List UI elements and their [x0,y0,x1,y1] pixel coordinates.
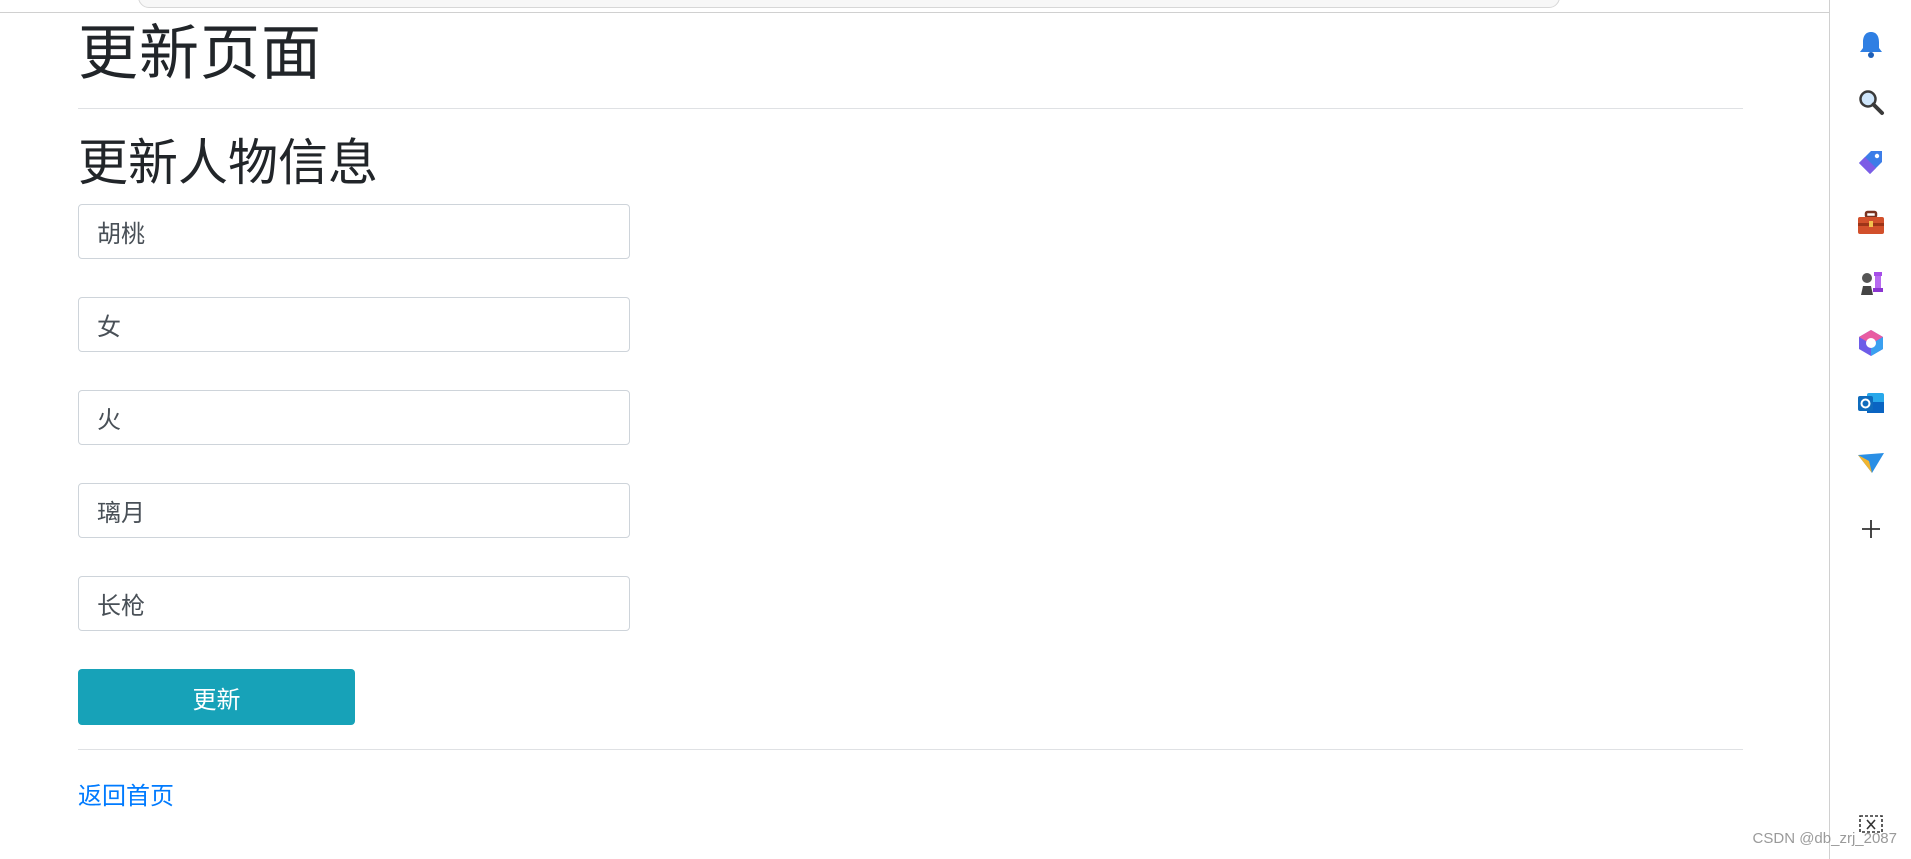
send-icon[interactable] [1854,446,1888,480]
add-icon[interactable] [1854,512,1888,546]
search-icon[interactable] [1854,85,1888,119]
element-field[interactable] [78,390,630,445]
region-field[interactable] [78,483,630,538]
browser-sidebar [1829,0,1911,859]
watermark: CSDN @db_zrj_2087 [1752,830,1897,847]
page: 更新页面 更新人物信息 更新 返回首页 [0,0,1911,859]
update-button[interactable]: 更新 [78,669,355,725]
toolbox-icon[interactable] [1854,206,1888,240]
bell-icon[interactable] [1854,27,1888,61]
back-home-link[interactable]: 返回首页 [78,776,174,811]
page-title: 更新页面 [78,20,322,87]
section-title: 更新人物信息 [78,135,378,191]
divider-top [78,108,1743,109]
browser-top-edge [0,0,1830,13]
chess-icon[interactable] [1854,266,1888,300]
address-bar-edge [138,0,1560,8]
outlook-icon[interactable] [1854,386,1888,420]
office-icon[interactable] [1854,326,1888,360]
weapon-field[interactable] [78,576,630,631]
divider-bottom [78,749,1743,750]
tag-icon[interactable] [1854,145,1888,179]
name-field[interactable] [78,204,630,259]
gender-field[interactable] [78,297,630,352]
